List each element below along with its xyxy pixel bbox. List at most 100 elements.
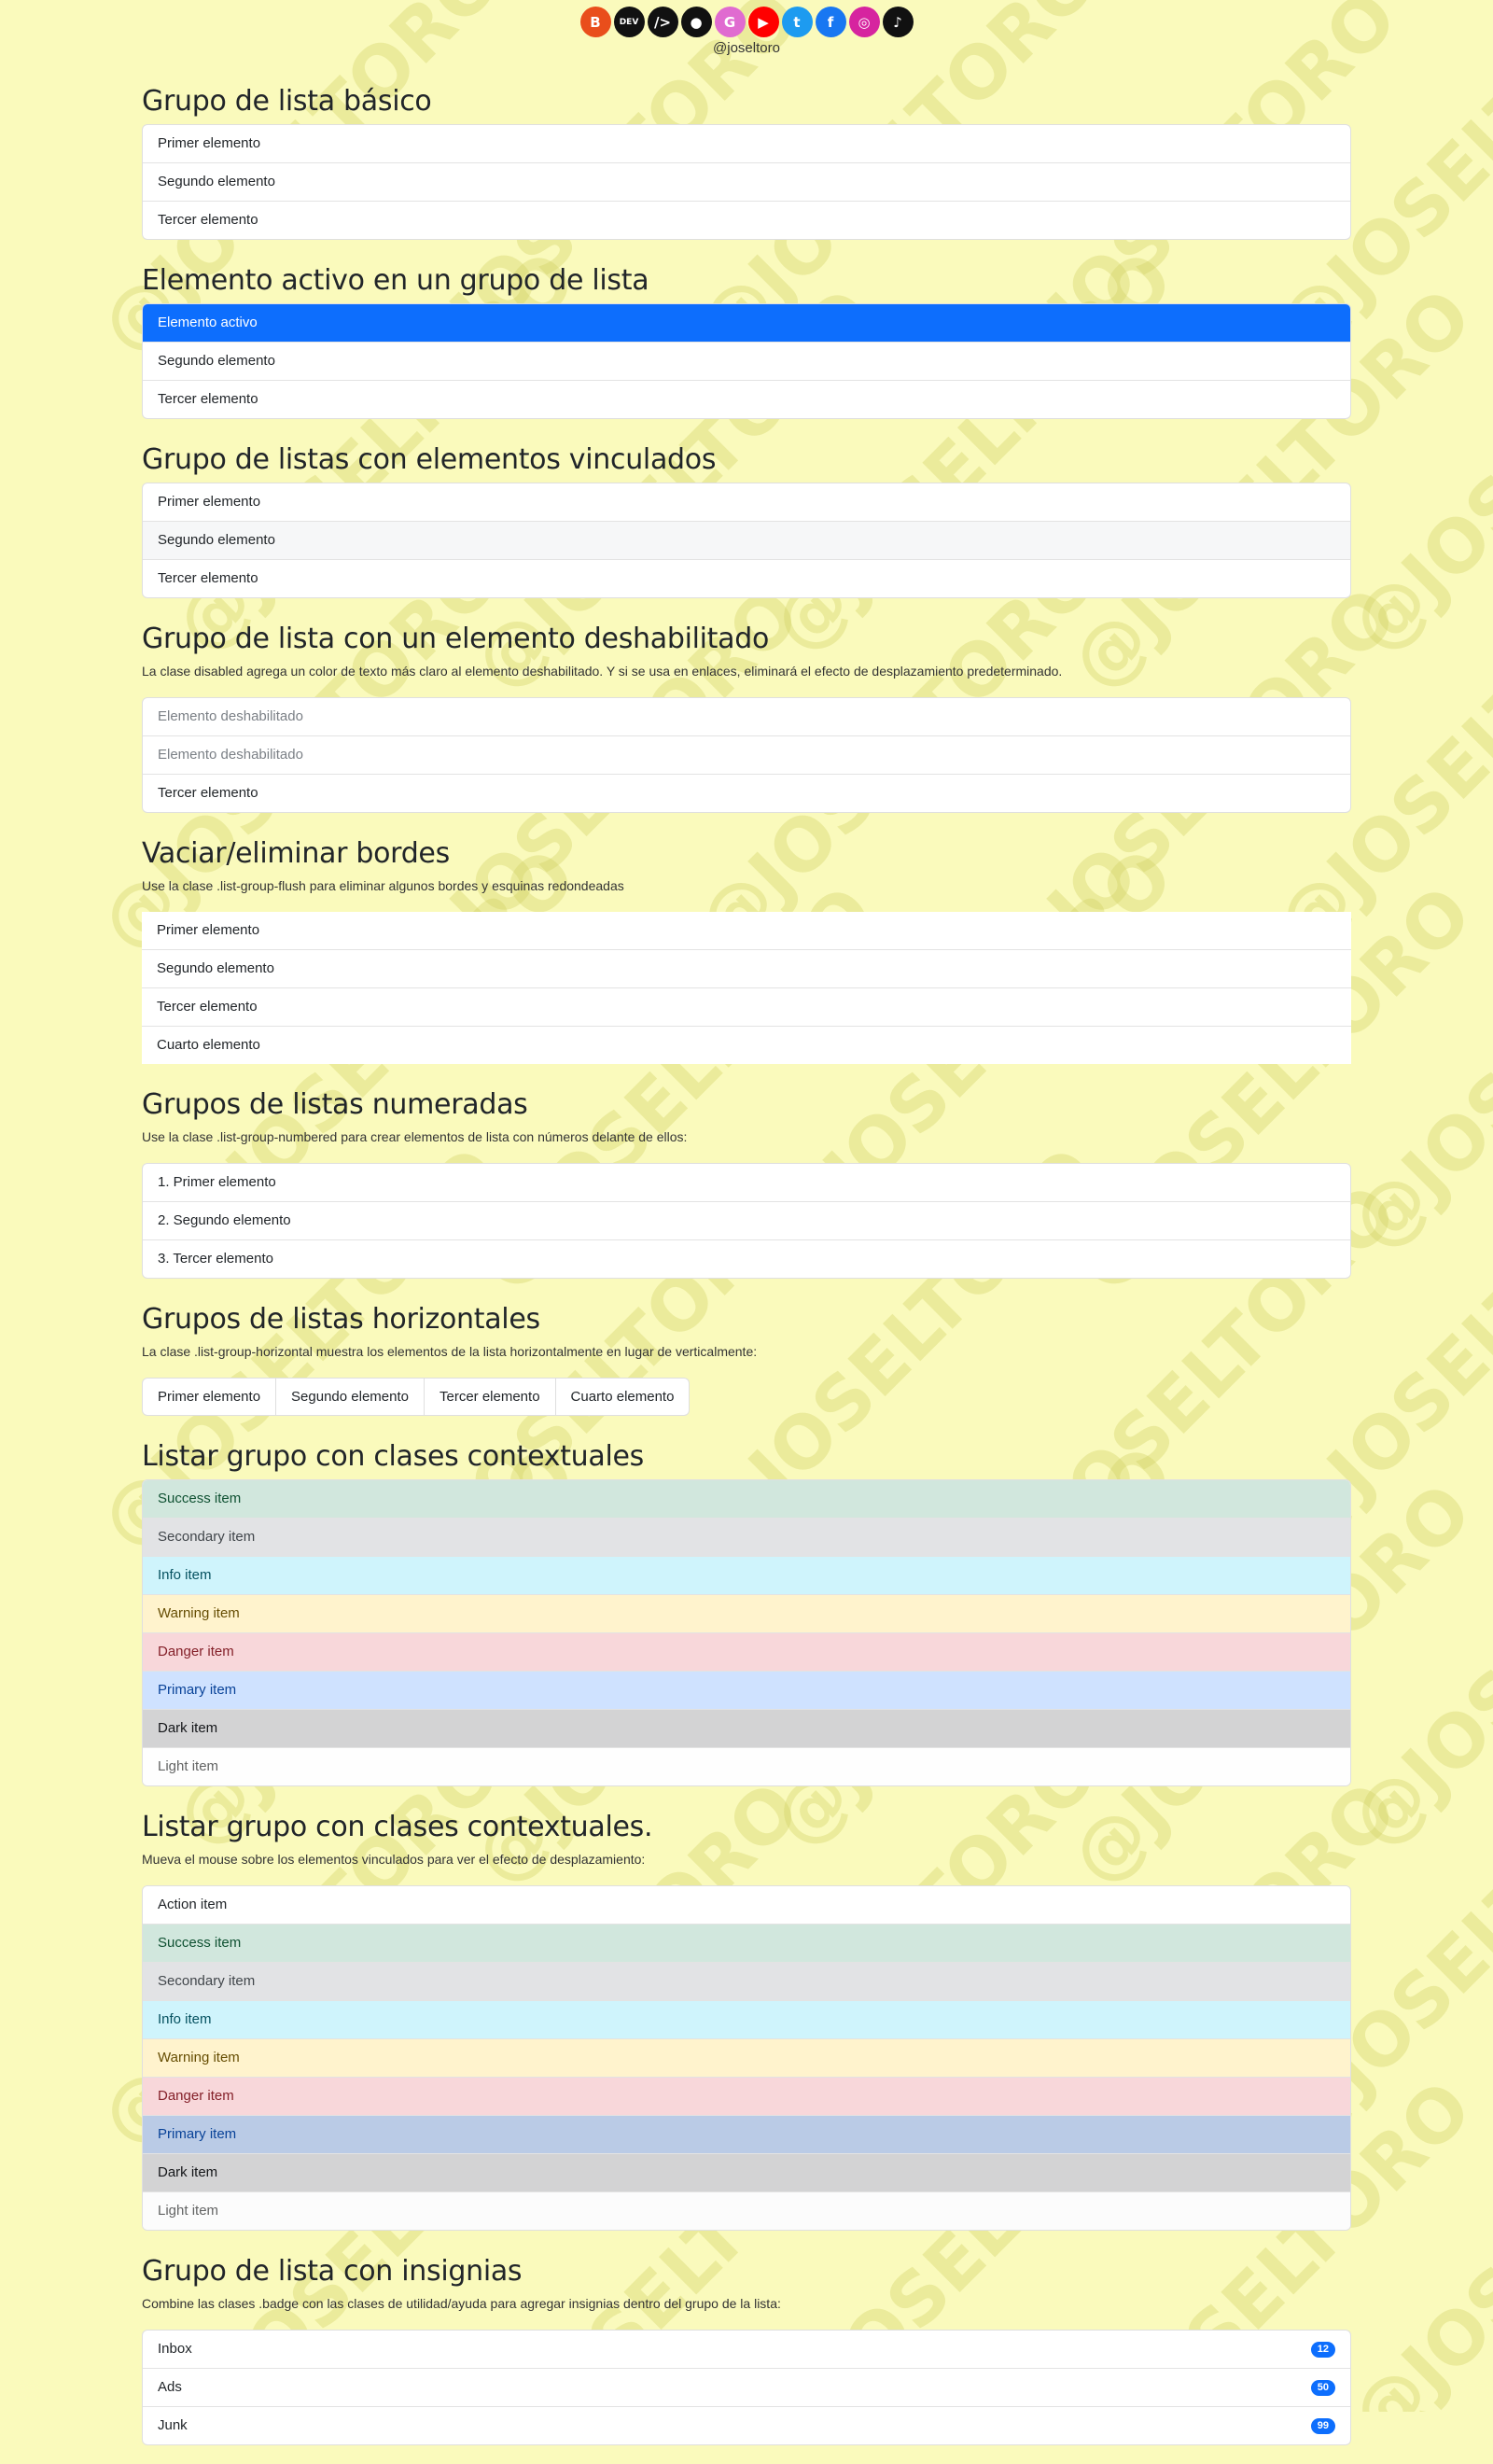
list-item: 1. Primer elemento [143, 1164, 1350, 1202]
list-group: Primer elemento Segundo elemento Tercer … [142, 483, 1351, 598]
list-item: Primer elemento [143, 125, 1350, 163]
facebook-icon[interactable]: f [815, 7, 846, 37]
list-group: Primer elemento Segundo elemento Tercer … [142, 124, 1351, 240]
section-description: Use la clase .list-group-numbered para c… [142, 1129, 688, 1144]
list-item: Ads 50 [143, 2369, 1350, 2407]
blogger-icon[interactable]: B [579, 7, 611, 37]
list-item-disabled: Elemento deshabilitado [143, 698, 1350, 736]
list-group-horizontal: Primer elemento Segundo elemento Tercer … [142, 1378, 691, 1416]
section-title: Listar grupo con clases contextuales [142, 1440, 644, 1473]
list-group: Elemento deshabilitado Elemento deshabil… [142, 697, 1351, 813]
list-item: Segundo elemento [276, 1379, 425, 1415]
section-description: Use la clase .list-group-flush para elim… [142, 878, 624, 893]
watermark-text: @JOSELTORO [1334, 833, 1493, 1267]
list-link[interactable]: Action item [143, 1886, 1350, 1925]
list-link[interactable]: Primer elemento [143, 483, 1350, 522]
watermark-text: @JOSELTORO [1334, 2028, 1493, 2412]
github-icon[interactable]: ● [680, 7, 712, 37]
section-title: Grupo de lista básico [142, 85, 432, 118]
list-item: 2. Segundo elemento [143, 1202, 1350, 1240]
list-group-flush: Primer elemento Segundo elemento Tercer … [142, 912, 1351, 1064]
section-flush: Vaciar/eliminar bordes Use la clase .lis… [142, 832, 1351, 1064]
list-item: Segundo elemento [143, 163, 1350, 202]
social-links: B DEV/> ● G ▶ t f ◎ ♪ [0, 7, 1493, 37]
list-item: Tercer elemento [158, 391, 258, 407]
list-item-disabled: Elemento deshabilitado [143, 736, 1350, 775]
list-link[interactable]: Segundo elemento [143, 522, 1350, 560]
list-item: Success item [143, 1480, 1350, 1519]
list-item: Cuarto elemento [570, 1389, 675, 1405]
youtube-icon[interactable]: ▶ [747, 7, 779, 37]
section-description: Mueva el mouse sobre los elementos vincu… [142, 1852, 646, 1867]
list-item-active: Elemento activo [143, 304, 1350, 343]
list-link[interactable]: Success item [143, 1925, 1350, 1963]
section-title: Grupo de lista con un elemento deshabili… [142, 623, 770, 655]
list-link[interactable]: Dark item [143, 2154, 1350, 2192]
section-title: Vaciar/eliminar bordes [142, 837, 450, 870]
list-item: Segundo elemento [143, 343, 1350, 381]
list-item: Primer elemento [142, 912, 1351, 950]
list-group-contextual-links: Action item Success item Secondary item Inf… [142, 1885, 1351, 2231]
twitter-icon[interactable]: t [781, 7, 813, 37]
list-item-label: Inbox [158, 2341, 192, 2357]
section-badges: Grupo de lista con insignias Combine las… [142, 2249, 1351, 2445]
list-link[interactable]: Secondary item [143, 1963, 1350, 2001]
section-description: La clase disabled agrega un color de tex… [142, 664, 1063, 679]
section-contextual-links: Listar grupo con clases contextuales. Mu… [142, 1805, 1351, 2231]
section-basic: Grupo de lista básico Primer elemento Se… [142, 79, 1351, 240]
section-horizontal: Grupos de listas horizontales La clase .… [142, 1297, 1351, 1435]
list-link[interactable]: Warning item [143, 2039, 1350, 2078]
author-handle: @joseltoro [713, 40, 780, 56]
list-group-badges: Inbox 12 Ads 50 Junk 99 [142, 2330, 1351, 2445]
list-item: Tercer elemento [158, 785, 258, 801]
dev-icon[interactable]: DEV [613, 7, 645, 37]
section-title: Grupos de listas horizontales [142, 1303, 540, 1336]
list-item: Dark item [143, 1710, 1350, 1748]
count-badge: 12 [1310, 2342, 1335, 2358]
list-item-label: Ads [158, 2379, 182, 2395]
list-link[interactable]: Danger item [143, 2078, 1350, 2116]
tiktok-icon[interactable]: ♪ [882, 7, 914, 37]
watermark-text: @JOSELTORO [1334, 1431, 1493, 1864]
list-item: Tercer elemento [425, 1379, 556, 1415]
main-content: Grupo de lista básico Primer elemento Se… [142, 79, 1351, 2464]
section-title: Grupo de listas con elementos vinculados [142, 443, 717, 476]
list-item: Warning item [143, 1595, 1350, 1633]
list-link[interactable]: Primary item [143, 2116, 1350, 2154]
list-item: 3. Tercer elemento [158, 1251, 273, 1267]
section-title: Grupo de lista con insignias [142, 2255, 523, 2288]
hashnode-icon[interactable]: /> [647, 7, 678, 37]
list-item: Tercer elemento [158, 212, 258, 228]
list-item: Tercer elemento [142, 988, 1351, 1027]
list-item: Light item [143, 1748, 1350, 1785]
section-description: Combine las clases .badge con las clases… [142, 2296, 781, 2311]
list-link[interactable]: Info item [143, 2001, 1350, 2039]
section-linked: Grupo de listas con elementos vinculados… [142, 438, 1351, 598]
google-icon[interactable]: G [714, 7, 746, 37]
count-badge: 50 [1310, 2380, 1335, 2396]
section-title: Elemento activo en un grupo de lista [142, 264, 649, 297]
list-group: Elemento activo Segundo elemento Tercer … [142, 303, 1351, 419]
section-numbered: Grupos de listas numeradas Use la clase … [142, 1083, 1351, 1279]
list-item: Danger item [143, 1633, 1350, 1672]
watermark-text: @JOSELTORO [1334, 236, 1493, 669]
list-item: Segundo elemento [142, 950, 1351, 988]
list-item: Primary item [143, 1672, 1350, 1710]
list-group-numbered: 1. Primer elemento 2. Segundo elemento 3… [142, 1163, 1351, 1279]
list-link[interactable]: Tercer elemento [143, 560, 1350, 597]
list-item-label: Junk [158, 2417, 188, 2433]
list-link[interactable]: Light item [143, 2192, 1350, 2230]
instagram-icon[interactable]: ◎ [848, 7, 880, 37]
section-title: Listar grupo con clases contextuales. [142, 1811, 653, 1843]
list-group-contextual: Success item Secondary item Info item Warni… [142, 1479, 1351, 1786]
section-disabled: Grupo de lista con un elemento deshabili… [142, 617, 1351, 813]
list-item: Cuarto elemento [157, 1037, 260, 1053]
section-contextual: Listar grupo con clases contextuales Suc… [142, 1435, 1351, 1786]
section-active: Elemento activo en un grupo de lista Ele… [142, 259, 1351, 419]
list-item: Inbox 12 [143, 2331, 1350, 2369]
section-description: La clase .list-group-horizontal muestra … [142, 1344, 758, 1359]
list-item: Info item [143, 1557, 1350, 1595]
section-title: Grupos de listas numeradas [142, 1088, 528, 1121]
list-item: Secondary item [143, 1519, 1350, 1557]
list-item: Junk 99 [143, 2407, 1350, 2444]
